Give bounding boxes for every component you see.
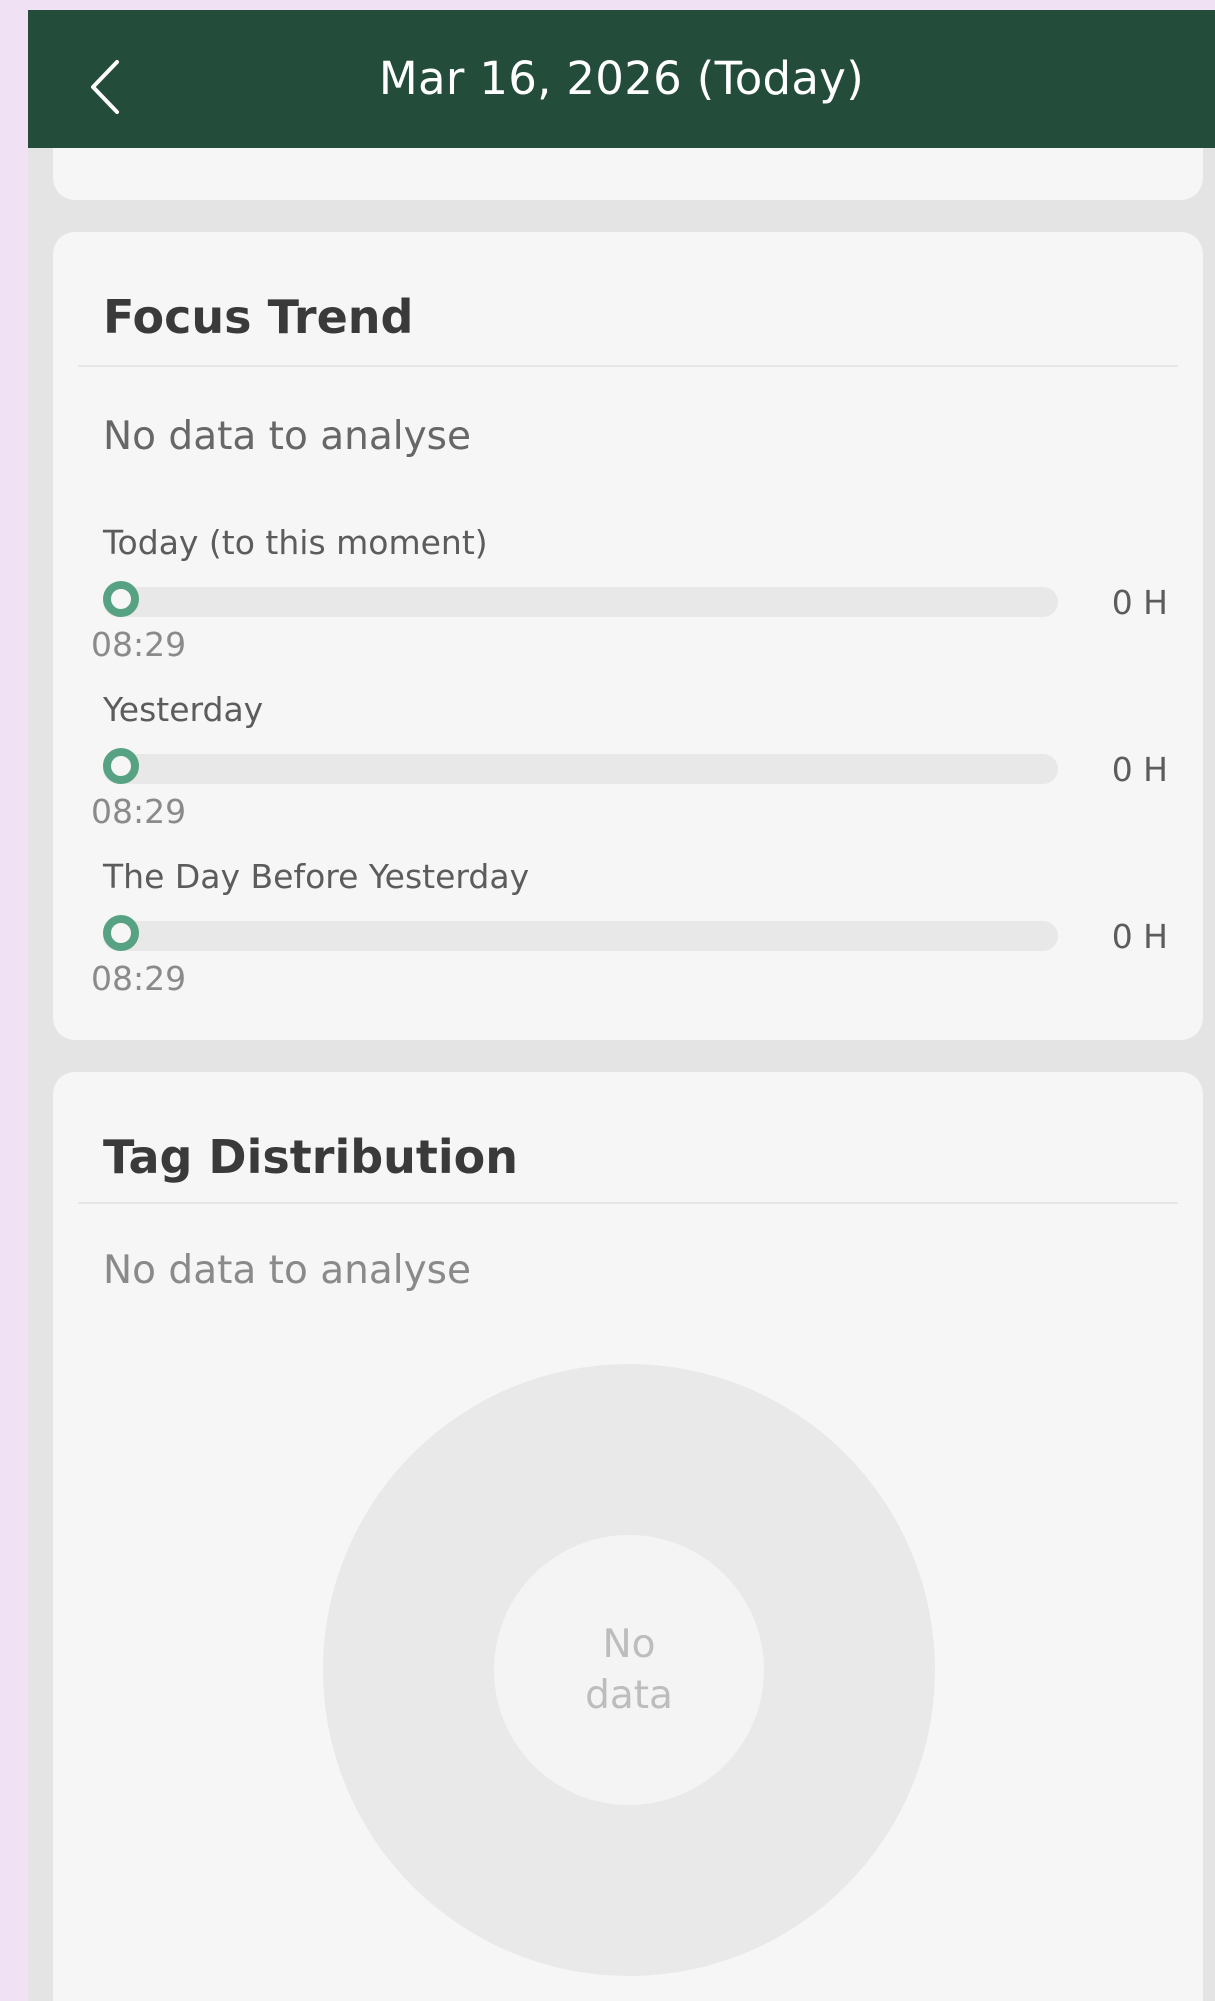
trend-row-value-yesterday: 0 H	[1111, 750, 1168, 789]
tag-donut-center: No data	[494, 1535, 764, 1805]
trend-row-track-yesterday	[103, 754, 1058, 784]
trend-row-time-day-before: 08:29	[91, 959, 187, 998]
top-app-bar: Mar 16, 2026 (Today)	[28, 10, 1215, 148]
trend-row-marker-today	[103, 581, 139, 617]
trend-row-label-yesterday: Yesterday	[103, 690, 264, 729]
tag-donut-center-text: No data	[585, 1622, 673, 1718]
trend-row-marker-day-before	[103, 915, 139, 951]
focus-trend-empty-text: No data to analyse	[103, 414, 471, 459]
focus-trend-title: Focus Trend	[103, 290, 414, 344]
page-title: Mar 16, 2026 (Today)	[378, 52, 865, 105]
trend-row-time-today: 08:29	[91, 625, 187, 664]
trend-row-track-day-before	[103, 921, 1058, 951]
tag-distribution-empty-text: No data to analyse	[103, 1248, 471, 1293]
focus-trend-divider	[78, 365, 1178, 367]
trend-row-value-today: 0 H	[1111, 583, 1168, 622]
trend-row-marker-yesterday	[103, 748, 139, 784]
tag-distribution-card: Tag Distribution No data to analyse No d…	[53, 1072, 1203, 2001]
trend-row-track-today	[103, 587, 1058, 617]
app-screen: Focus Trend No data to analyse Today (to…	[28, 10, 1215, 2001]
tag-distribution-title: Tag Distribution	[103, 1130, 518, 1184]
trend-row-label-today: Today (to this moment)	[103, 523, 488, 562]
trend-row-label-day-before: The Day Before Yesterday	[103, 857, 530, 896]
tag-distribution-divider	[78, 1202, 1178, 1204]
trend-row-value-day-before: 0 H	[1111, 917, 1168, 956]
trend-row-time-yesterday: 08:29	[91, 792, 187, 831]
focus-trend-card: Focus Trend No data to analyse Today (to…	[53, 232, 1203, 1040]
tag-donut-chart: No data	[323, 1364, 935, 1976]
